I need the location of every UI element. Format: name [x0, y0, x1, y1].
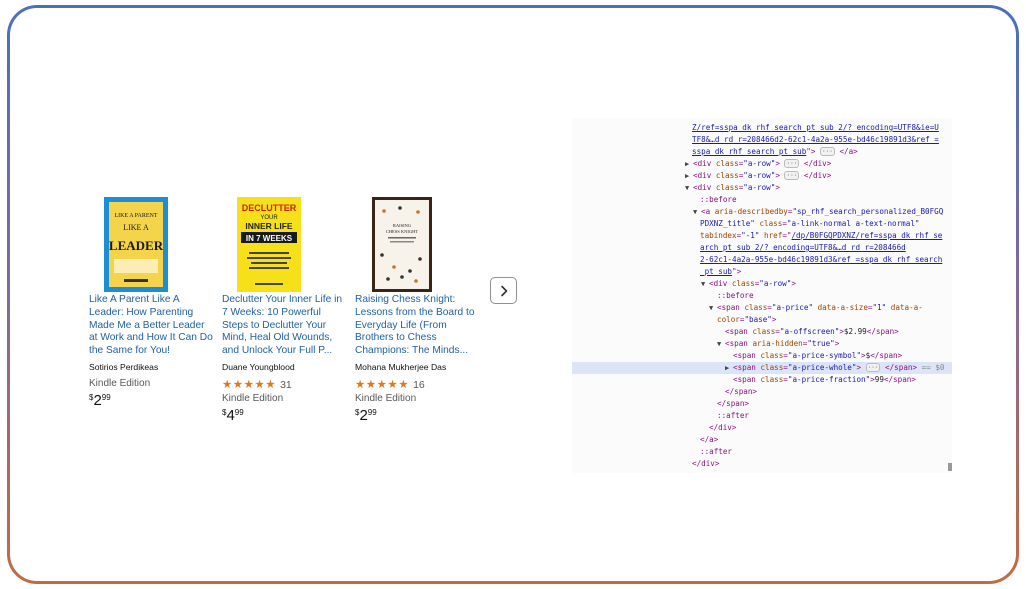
product-format: Kindle Edition: [355, 393, 417, 404]
dom-node-anchor-href[interactable]: 2-62c1-4a2a-955e-bd46c19891d3&ref_=sspa_…: [700, 254, 942, 265]
ellipsis-icon[interactable]: ···: [784, 159, 800, 168]
collapse-arrow-icon[interactable]: ▼: [701, 279, 709, 290]
price-whole: 4: [226, 407, 235, 424]
book-cover-declutter[interactable]: DECLUTTER YOUR INNER LIFE IN 7 WEEKS: [237, 197, 301, 292]
dom-node-anchor-cont[interactable]: tabindex="-1" href="/dp/B0FGQPDXNZ/ref=s…: [700, 230, 942, 241]
dom-node-url[interactable]: sspa_dk_rhf_search_pt_sub"> ··· </a>: [692, 146, 858, 157]
product-format: Kindle Edition: [89, 378, 151, 389]
dom-node-span-offscreen[interactable]: <span class="a-offscreen">$2.99</span>: [725, 326, 899, 337]
svg-text:LIKE A PARENT: LIKE A PARENT: [114, 213, 157, 219]
ellipsis-icon[interactable]: ···: [865, 363, 881, 372]
chevron-right-icon: [500, 285, 507, 296]
dom-node-span-whole-selected[interactable]: ▶ <span class="a-price-whole"> ··· </span…: [572, 362, 952, 374]
expand-arrow-icon[interactable]: ▶: [685, 171, 693, 182]
svg-text:LEADER: LEADER: [109, 238, 164, 253]
dom-pseudo-after[interactable]: ::after: [717, 410, 749, 421]
dom-node-url[interactable]: TF8&…d_rd_r=208466d2-62c1-4a2a-955e-bd46…: [692, 134, 939, 145]
collapse-arrow-icon[interactable]: ▼: [693, 207, 701, 218]
price-fraction: 99: [101, 393, 111, 402]
dom-node-anchor[interactable]: ▼ <a aria-describedby="sp_rhf_search_pers…: [693, 206, 943, 218]
product-carousel: LIKE A PARENT LIKE A LEADER Like A Paren…: [89, 191, 529, 431]
dom-node-span-fraction[interactable]: <span class="a-price-fraction">99</span>: [733, 374, 916, 385]
dom-close-anchor[interactable]: </a>: [700, 434, 718, 445]
dom-pseudo-before[interactable]: ::before: [700, 194, 737, 205]
collapse-arrow-icon[interactable]: ▼: [717, 339, 725, 350]
product-title-link[interactable]: Like A Parent Like A Leader: How Parenti…: [89, 294, 214, 358]
dom-node-div-row[interactable]: ▶ <div class="a-row"> ··· </div>: [685, 170, 831, 182]
expand-arrow-icon[interactable]: ▶: [725, 363, 733, 374]
svg-text:RAISING: RAISING: [393, 223, 412, 228]
devtools-scrollbar[interactable]: [948, 463, 952, 471]
dom-node-div-row-expanded[interactable]: ▼ <div class="a-row">: [685, 182, 780, 194]
product-title-link[interactable]: Declutter Your Inner Life in 7 Weeks: 10…: [222, 294, 347, 358]
dom-node-anchor-href[interactable]: arch_pt_sub_2/?_encoding=UTF8&…d_rd_r=20…: [700, 242, 906, 253]
dom-close-span[interactable]: </span>: [725, 386, 757, 397]
frame-content: LIKE A PARENT LIKE A LEADER Like A Paren…: [10, 8, 1016, 581]
expand-arrow-icon[interactable]: ▶: [685, 159, 693, 170]
dom-node-div-row-expanded[interactable]: ▼ <div class="a-row">: [701, 278, 796, 290]
dom-pseudo-after[interactable]: ::after: [700, 446, 732, 457]
collapse-arrow-icon[interactable]: ▼: [709, 303, 717, 314]
product-title-link[interactable]: Raising Chess Knight: Lessons from the B…: [355, 294, 480, 358]
collapse-arrow-icon[interactable]: ▼: [685, 183, 693, 194]
product-rating[interactable]: ★★★★★ 31: [222, 377, 292, 391]
dom-node-span-price-cont[interactable]: color="base">: [717, 314, 776, 325]
dom-close-div[interactable]: </div>: [692, 458, 719, 469]
price-fraction: 99: [234, 408, 244, 417]
ellipsis-icon[interactable]: ···: [820, 147, 835, 156]
svg-text:LIKE A: LIKE A: [123, 223, 149, 232]
product-author: Sotirios Perdikeas: [89, 362, 159, 372]
dom-node-div-row[interactable]: ▶ <div class="a-row"> ··· </div>: [685, 158, 831, 170]
dom-pseudo-before[interactable]: ::before: [717, 290, 754, 301]
dom-node-anchor-cont[interactable]: PDXNZ_title" class="a-link-normal a-text…: [700, 218, 919, 229]
star-rating-icon: ★★★★★: [355, 379, 410, 391]
svg-text:DECLUTTER: DECLUTTER: [242, 203, 297, 213]
product-rating[interactable]: ★★★★★ 16: [355, 377, 425, 391]
dom-node-url[interactable]: Z/ref=sspa_dk_rhf_search_pt_sub_2/?_enco…: [692, 122, 939, 133]
price-whole: 2: [359, 407, 368, 424]
dom-close-div[interactable]: </div>: [709, 422, 736, 433]
book-cover-like-a-parent[interactable]: LIKE A PARENT LIKE A LEADER: [104, 197, 168, 292]
price-fraction: 99: [367, 408, 377, 417]
dom-node-span-price[interactable]: ▼ <span class="a-price" data-a-size="1" d…: [709, 302, 923, 314]
svg-text:INNER LIFE: INNER LIFE: [245, 221, 293, 231]
product-author: Duane Youngblood: [222, 362, 295, 372]
svg-text:IN 7 WEEKS: IN 7 WEEKS: [246, 234, 293, 243]
devtools-elements-panel: Z/ref=sspa_dk_rhf_search_pt_sub_2/?_enco…: [572, 118, 952, 473]
product-format: Kindle Edition: [222, 393, 284, 404]
screenshot-frame: LIKE A PARENT LIKE A LEADER Like A Paren…: [7, 5, 1019, 584]
dom-node-anchor-href[interactable]: _pt_sub">: [700, 266, 741, 277]
product-author: Mohana Mukherjee Das: [355, 362, 447, 372]
rating-count[interactable]: 16: [413, 379, 425, 391]
product-price: $499: [222, 407, 244, 425]
dom-node-span-symbol[interactable]: <span class="a-price-symbol">$</span>: [733, 350, 902, 361]
svg-text:CHESS KNIGHT: CHESS KNIGHT: [386, 229, 419, 234]
dom-node-span-aria-hidden[interactable]: ▼ <span aria-hidden="true">: [717, 338, 839, 350]
carousel-next-button[interactable]: [490, 277, 517, 304]
ellipsis-icon[interactable]: ···: [784, 171, 800, 180]
product-price: $299: [89, 392, 111, 410]
rating-count[interactable]: 31: [280, 379, 292, 391]
price-whole: 2: [93, 392, 102, 409]
book-cover-raising-chess-knight[interactable]: RAISING CHESS KNIGHT: [372, 197, 432, 292]
star-rating-icon: ★★★★★: [222, 379, 277, 391]
product-price: $299: [355, 407, 377, 425]
dom-close-span[interactable]: </span>: [717, 398, 749, 409]
